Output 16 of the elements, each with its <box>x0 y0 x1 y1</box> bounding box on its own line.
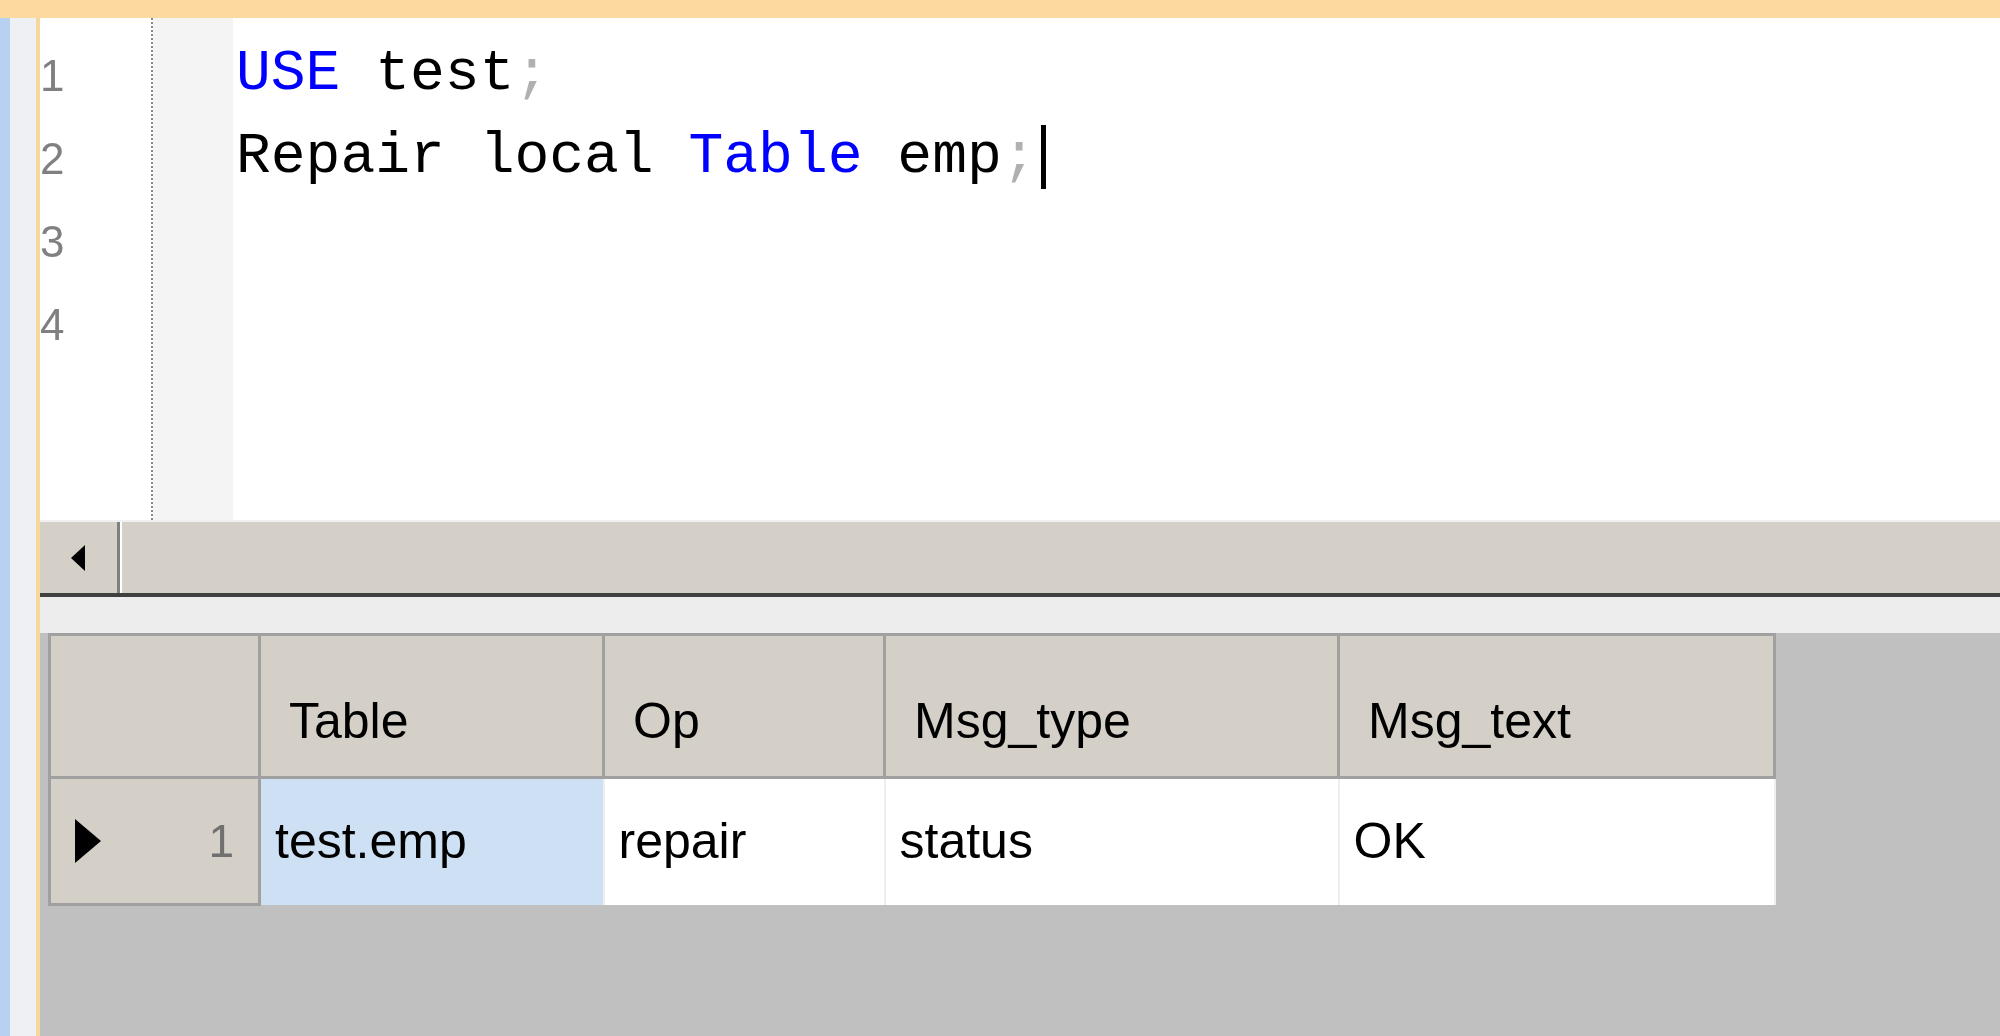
line-number: 2 <box>40 133 66 185</box>
table-cell[interactable]: status <box>884 777 1339 905</box>
table-cell[interactable]: repair <box>603 777 885 905</box>
left-arrow-icon <box>70 544 87 571</box>
line-number: 1 <box>40 50 66 102</box>
column-header[interactable]: Table <box>259 634 604 778</box>
code-line: Repair local Table emp; <box>236 122 1037 191</box>
code-line: USE test; <box>236 39 550 108</box>
column-header[interactable]: Msg_type <box>884 634 1339 778</box>
line-number: 4 <box>40 299 66 351</box>
table-cell[interactable]: test.emp <box>259 777 604 905</box>
table-cell[interactable]: OK <box>1338 777 1775 905</box>
line-number: 3 <box>40 216 66 268</box>
column-header[interactable]: Op <box>603 634 885 778</box>
column-header[interactable]: Msg_text <box>1338 634 1775 778</box>
row-number: 1 <box>208 813 234 869</box>
